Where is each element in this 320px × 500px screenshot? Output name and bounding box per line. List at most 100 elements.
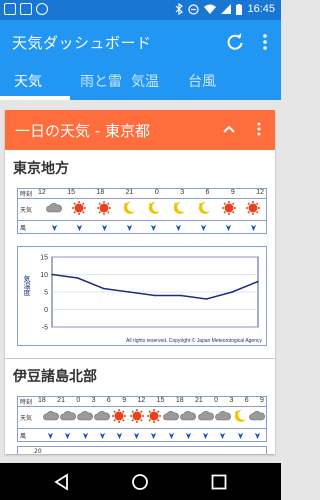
wind-arrow-icon [51, 224, 58, 232]
card-header: 一日の天気 - 東京都 [5, 110, 275, 150]
wind-arrow-icon [176, 224, 182, 232]
temperature-point [154, 294, 156, 297]
wind-arrow-icon [151, 224, 157, 232]
hour-label: 18 [175, 397, 184, 404]
more-vert-icon[interactable] [251, 121, 267, 137]
tab-weather[interactable]: 天気 [14, 71, 42, 91]
wind-arrow-icon [202, 432, 209, 440]
region-title-tokyo: 東京地方 [13, 161, 69, 177]
recents-icon[interactable] [209, 472, 229, 492]
signal-icon [221, 4, 232, 14]
minus-circle-icon [188, 3, 200, 15]
wind-row: 風 [17, 220, 267, 234]
chart-tick-label: 20 [34, 448, 42, 454]
cat-icon [36, 3, 48, 15]
wind-arrow-icon [225, 224, 232, 232]
temperature-point [205, 298, 208, 300]
wind-arrow-icon [185, 432, 192, 440]
temperature-point [257, 280, 259, 283]
chart-copyright: All rights reserved. Copyright © Japan M… [126, 338, 262, 344]
hour-label: 0 [214, 397, 219, 404]
cloud-icon [77, 411, 93, 421]
wifi-icon [204, 4, 217, 14]
tab-temperature[interactable]: 気温 [131, 71, 159, 91]
time-row: 時刻 18 21 0 3 6 9 12 15 18 21 0 3 6 9 [17, 396, 267, 406]
weather-label: 天気 [20, 208, 33, 214]
temperature-chart-svg: 15 10 5 0 -5 [40, 255, 259, 332]
home-icon[interactable] [130, 472, 150, 492]
wind-arrow-icon [76, 224, 83, 232]
cloud-icon [249, 411, 266, 421]
section-divider [5, 358, 275, 359]
time-row: 時刻 12 15 18 21 0 3 6 9 12 [17, 188, 267, 198]
wind-arrow-icon [250, 224, 257, 232]
weather-row: 天気 [17, 198, 267, 220]
y-tick-label: 15 [40, 255, 48, 262]
app-bar: 天気ダッシュボード [0, 20, 281, 64]
wind-arrow-icon [116, 432, 123, 440]
hour-label: 6 [205, 189, 210, 196]
temperature-point [51, 273, 53, 276]
tab-indicator [0, 96, 70, 100]
temperature-point [76, 277, 79, 279]
wind-arrow-icon [237, 432, 243, 440]
hour-label: 15 [156, 397, 165, 404]
hour-label: 6 [106, 397, 111, 404]
hour-label: 9 [260, 397, 264, 404]
sun-icon [97, 201, 112, 215]
tab-bar: 天気 雨と雷 気温 台風 [0, 64, 281, 100]
wind-arrow-icon [47, 432, 54, 440]
region-title-izu: 伊豆諸島北部 [13, 369, 97, 385]
temperature-chart: 気温度 15 10 5 0 -5 All rights reserved. Copyri… [17, 246, 267, 346]
chevron-up-icon[interactable] [221, 121, 237, 137]
wind-arrow-icon [200, 224, 207, 232]
refresh-icon[interactable] [225, 32, 245, 52]
weather-label: 天気 [20, 416, 33, 422]
sun-icon [112, 409, 127, 423]
hour-label: 15 [67, 189, 76, 196]
cloud-icon [197, 411, 214, 421]
hour-label: 3 [229, 397, 234, 404]
cloud-icon [163, 411, 180, 421]
wind-arrow-icon [254, 432, 260, 440]
hour-label: 21 [194, 397, 203, 404]
bluetooth-icon [176, 3, 184, 15]
temperature-chart-izu: 20 [17, 446, 267, 454]
overflow-menu-icon[interactable] [255, 32, 275, 52]
tab-typhoon[interactable]: 台風 [188, 71, 216, 91]
moon-icon [198, 201, 210, 214]
y-tick-label: 10 [40, 272, 48, 279]
temperature-point [128, 291, 131, 293]
sun-icon [146, 409, 161, 423]
y-tick-label: 5 [44, 290, 48, 297]
y-tick-label: -5 [42, 325, 48, 332]
navigation-bar [0, 463, 281, 500]
hour-label: 0 [154, 189, 159, 196]
tab-rain-thunder[interactable]: 雨と雷 [80, 71, 122, 91]
forecast-card: 一日の天気 - 東京都 東京地方 時刻 12 15 18 21 0 3 6 9 12 天気 風 … [5, 110, 275, 454]
weather-row: 天気 [17, 406, 267, 428]
wind-label: 風 [20, 434, 27, 440]
hour-label: 3 [180, 189, 185, 196]
moon-icon [148, 201, 160, 214]
wind-arrow-icon [126, 224, 132, 232]
card-title: 一日の天気 - 東京都 [15, 122, 150, 140]
wind-arrow-icon [134, 432, 140, 440]
hour-label: 12 [256, 189, 264, 196]
hour-label: 9 [122, 397, 127, 404]
sun-icon [129, 409, 144, 423]
app-title: 天気ダッシュボード [12, 34, 152, 52]
back-icon[interactable] [52, 472, 72, 492]
temperature-point [102, 287, 105, 290]
cloud-icon [94, 411, 111, 421]
wind-arrow-icon [151, 432, 157, 440]
wind-arrow-icon [99, 432, 105, 440]
cloud-icon [59, 411, 76, 421]
hour-label: 3 [91, 397, 96, 404]
sun-icon [72, 201, 87, 215]
cloud-icon [180, 411, 197, 421]
wind-label: 風 [20, 226, 27, 232]
temperature-point [231, 291, 234, 293]
status-time: 16:45 [247, 3, 275, 15]
forecast-table-tokyo: 時刻 12 15 18 21 0 3 6 9 12 天気 風 [17, 188, 267, 234]
